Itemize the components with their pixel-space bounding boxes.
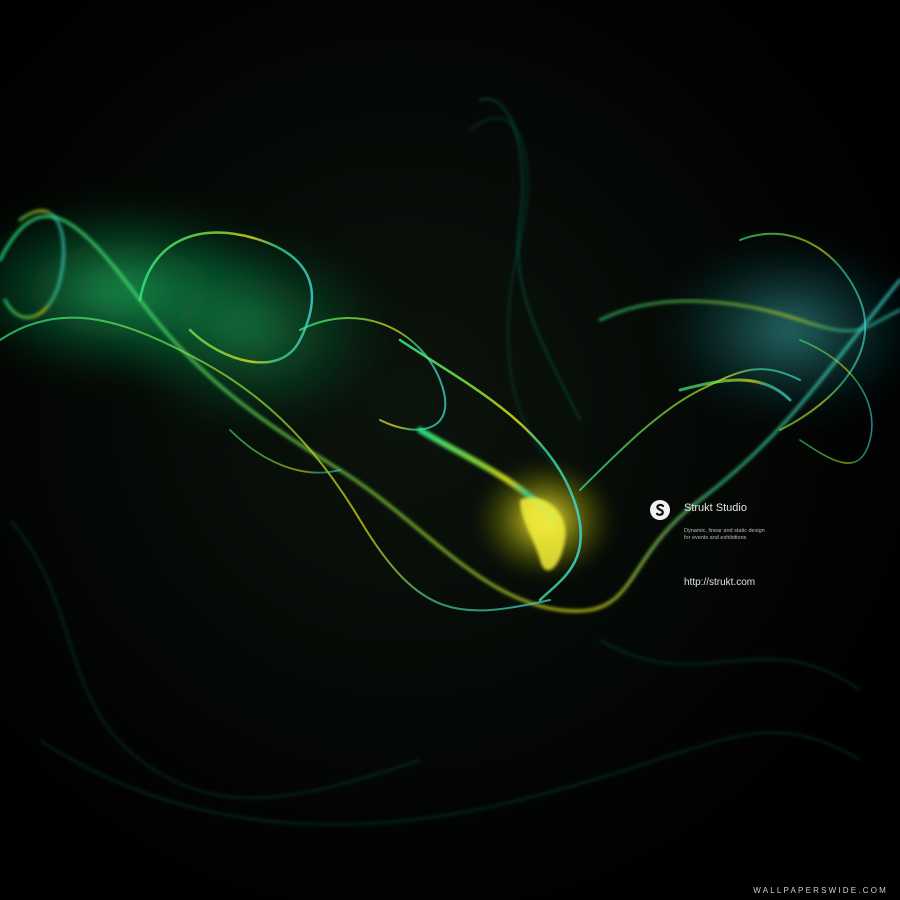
abstract-smoke-artwork — [0, 0, 900, 900]
watermark: WALLPAPERSWIDE.COM — [753, 886, 888, 895]
tagline-line-2: for events and exhibitions — [684, 534, 747, 541]
strukt-logo-icon — [650, 500, 670, 520]
brand-tagline: Dynamic, linear and static design for ev… — [684, 528, 804, 541]
wallpaper-canvas: Strukt Studio Dynamic, linear and static… — [0, 0, 900, 900]
brand-url: http://strukt.com — [684, 577, 756, 588]
brand-name: Strukt Studio — [684, 502, 747, 514]
